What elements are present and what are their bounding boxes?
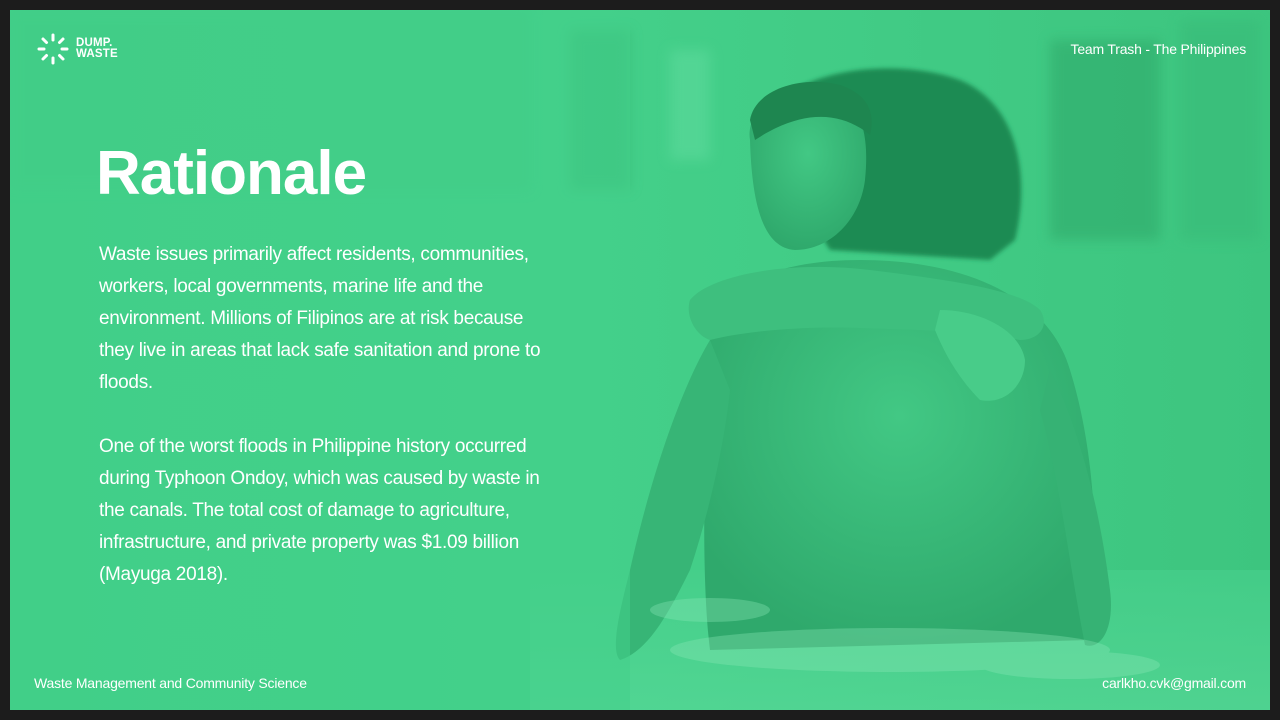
- logo-wordmark: DUMP. WASTE: [76, 37, 118, 60]
- slide: DUMP. WASTE Team Trash - The Philippines…: [10, 10, 1270, 710]
- logo-line-2: WASTE: [76, 48, 118, 60]
- body-paragraph-1: Waste issues primarily affect residents,…: [99, 244, 541, 393]
- team-label: Team Trash - The Philippines: [1070, 41, 1247, 57]
- sunburst-icon: [37, 33, 69, 65]
- brand-logo: DUMP. WASTE: [36, 32, 118, 66]
- body-paragraph-2: One of the worst floods in Philippine hi…: [99, 436, 540, 585]
- footer-course-title: Waste Management and Community Science: [34, 675, 307, 691]
- slide-body: Waste issues primarily affect residents,…: [99, 239, 549, 623]
- slide-title: Rationale: [96, 139, 367, 208]
- footer-email: carlkho.cvk@gmail.com: [1102, 675, 1246, 691]
